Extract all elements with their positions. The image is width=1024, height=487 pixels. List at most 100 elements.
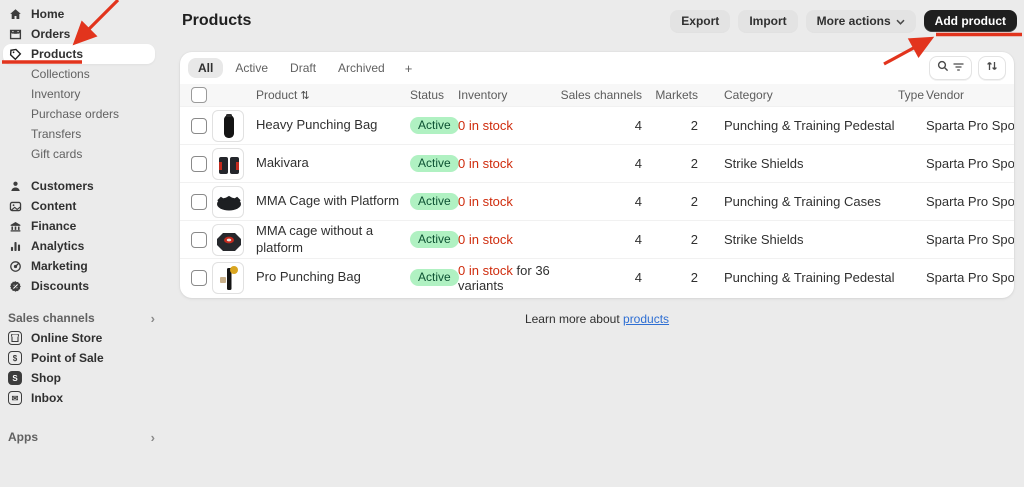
status-badge: Active <box>410 117 459 134</box>
column-header-category: Category <box>724 88 773 102</box>
sidebar-item-finance[interactable]: Finance <box>3 216 155 236</box>
product-name-link[interactable]: MMA Cage with Platform <box>256 193 410 209</box>
tab-draft[interactable]: Draft <box>280 58 326 78</box>
column-header-vendor: Vendor <box>926 88 965 102</box>
table-row[interactable]: MMA cage without a platform Active 0 in … <box>180 220 1014 258</box>
table-row[interactable]: Heavy Punching Bag Active 0 in stock 4 2… <box>180 106 1014 144</box>
row-checkbox[interactable] <box>191 117 207 134</box>
sidebar-item-transfers[interactable]: Transfers <box>31 124 165 144</box>
status-badge: Active <box>410 231 459 248</box>
tab-all[interactable]: All <box>188 58 224 78</box>
product-name-link[interactable]: Heavy Punching Bag <box>256 117 410 133</box>
products-index-card: All Active Draft Archived + Product ⇅ Sta… <box>180 52 1014 298</box>
inventory-alert: 0 in stock <box>458 232 513 247</box>
tag-icon <box>8 47 22 61</box>
markets-count: 2 <box>690 156 698 171</box>
product-name-link[interactable]: MMA cage without a platform <box>256 223 410 256</box>
table-header-row: Product ⇅ Status Inventory Sales channels… <box>180 84 1014 106</box>
sidebar-item-shop[interactable]: S Shop <box>3 368 155 388</box>
sidebar-item-label: Finance <box>31 219 77 233</box>
row-checkbox[interactable] <box>191 231 207 248</box>
sort-arrows-icon <box>986 59 998 77</box>
sales-channels-section-header[interactable]: Sales channels › <box>8 308 155 328</box>
select-all-checkbox[interactable] <box>191 87 207 103</box>
product-thumbnail <box>212 109 244 142</box>
sidebar-item-label: Discounts <box>31 279 90 293</box>
product-name-link[interactable]: Pro Punching Bag <box>256 269 410 285</box>
sidebar-item-label: Content <box>31 199 77 213</box>
sidebar-item-purchase-orders[interactable]: Purchase orders <box>31 104 165 124</box>
sales-channels-count: 4 <box>634 232 642 247</box>
point-of-sale-icon: $ <box>8 351 22 365</box>
sidebar-item-discounts[interactable]: Discounts <box>3 276 155 296</box>
export-button[interactable]: Export <box>670 10 731 32</box>
sales-channels-count: 4 <box>634 194 642 209</box>
product-thumbnail <box>212 261 244 294</box>
main-content: Products Export Import More actions Add … <box>165 0 1024 487</box>
table-row[interactable]: MMA Cage with Platform Active 0 in stock… <box>180 182 1014 220</box>
table-row[interactable]: Pro Punching Bag Active 0 in stock for 3… <box>180 258 1014 296</box>
tab-archived[interactable]: Archived <box>328 58 395 78</box>
sidebar-item-orders[interactable]: Orders <box>3 24 155 44</box>
online-store-icon <box>8 331 22 345</box>
sidebar-item-analytics[interactable]: Analytics <box>3 236 155 256</box>
product-thumbnail <box>212 147 244 180</box>
sidebar-item-marketing[interactable]: Marketing <box>3 256 155 276</box>
filter-icon <box>953 59 964 77</box>
vendor-cell: Sparta Pro Sport <box>926 118 1014 133</box>
customers-icon <box>8 179 22 193</box>
sidebar-item-inbox[interactable]: ✉ Inbox <box>3 388 155 408</box>
sidebar-item-label: Point of Sale <box>31 351 104 365</box>
product-name-link[interactable]: Makivara <box>256 155 410 171</box>
discounts-icon <box>8 279 22 293</box>
analytics-icon <box>8 239 22 253</box>
sidebar-item-inventory[interactable]: Inventory <box>31 84 165 104</box>
row-checkbox[interactable] <box>191 193 207 210</box>
sidebar-item-label: Orders <box>31 27 71 41</box>
sidebar-item-customers[interactable]: Customers <box>3 176 155 196</box>
sidebar-item-products[interactable]: Products <box>3 44 155 64</box>
category-cell: Punching & Training Pedestal Bags <box>724 118 898 133</box>
search-and-filter-button[interactable] <box>929 56 972 80</box>
sidebar: Home Orders Products Collections Invento… <box>0 0 165 487</box>
products-help-link[interactable]: products <box>623 312 669 326</box>
import-button[interactable]: Import <box>738 10 798 32</box>
more-actions-button[interactable]: More actions <box>805 10 916 32</box>
add-view-button[interactable]: + <box>397 58 421 79</box>
chevron-right-icon: › <box>150 310 155 326</box>
status-badge: Active <box>410 155 459 172</box>
column-header-product[interactable]: Product ⇅ <box>256 88 410 102</box>
sort-button[interactable] <box>978 56 1006 80</box>
marketing-icon <box>8 259 22 273</box>
sidebar-item-online-store[interactable]: Online Store <box>3 328 155 348</box>
product-thumbnail <box>212 223 244 256</box>
status-badge: Active <box>410 269 459 286</box>
sidebar-item-label: Home <box>31 7 65 21</box>
row-checkbox[interactable] <box>191 269 207 286</box>
home-icon <box>8 7 22 21</box>
column-header-inventory: Inventory <box>458 88 508 102</box>
sidebar-item-gift-cards[interactable]: Gift cards <box>31 144 165 164</box>
sidebar-item-collections[interactable]: Collections <box>31 64 165 84</box>
content-icon <box>8 199 22 213</box>
markets-count: 2 <box>690 232 698 247</box>
sidebar-item-point-of-sale[interactable]: $ Point of Sale <box>3 348 155 368</box>
view-tabs: All Active Draft Archived + <box>180 52 1014 84</box>
table-row[interactable]: Makivara Active 0 in stock 4 2 Strike Sh… <box>180 144 1014 182</box>
product-thumbnail <box>212 185 244 218</box>
apps-section-header[interactable]: Apps › <box>8 427 155 447</box>
row-checkbox[interactable] <box>191 155 207 172</box>
learn-more-text: Learn more about products <box>524 312 670 326</box>
vendor-cell: Sparta Pro Sport <box>926 232 1014 247</box>
orders-icon <box>8 27 22 41</box>
finance-icon <box>8 219 22 233</box>
search-icon <box>937 59 949 77</box>
sidebar-item-label: Analytics <box>31 239 85 253</box>
sidebar-item-content[interactable]: Content <box>3 196 155 216</box>
add-product-button[interactable]: Add product <box>923 10 1017 32</box>
sidebar-item-home[interactable]: Home <box>3 4 155 24</box>
markets-count: 2 <box>690 194 698 209</box>
tab-active[interactable]: Active <box>225 58 278 78</box>
vendor-cell: Sparta Pro Sport <box>926 270 1014 285</box>
sidebar-item-label: Marketing <box>31 259 88 273</box>
